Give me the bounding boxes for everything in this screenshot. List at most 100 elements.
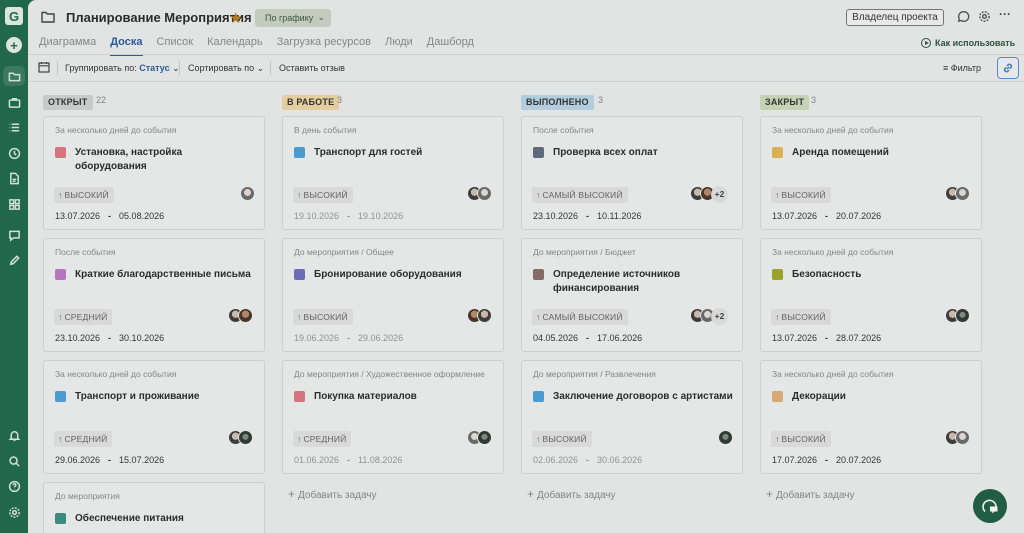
task-title[interactable]: Транспорт для гостей [314, 146, 494, 160]
avatar[interactable] [477, 186, 492, 201]
task-card[interactable]: До мероприятия / Развлечения Заключение д… [521, 360, 743, 474]
tab-resource-load[interactable]: Загрузка ресурсов [277, 36, 371, 52]
priority-badge[interactable]: ↑ ВЫСОКИЙ [293, 187, 353, 203]
priority-badge[interactable]: ↑ СРЕДНИЙ [293, 431, 352, 447]
pencil-icon[interactable] [6, 252, 22, 268]
group-by-control[interactable]: Группировать по: Статус ⌄ [65, 63, 180, 74]
column-status-badge[interactable]: ОТКРЫТ [43, 95, 93, 110]
task-card[interactable]: За несколько дней до события Аренда помещ… [760, 116, 982, 230]
assignee-avatars[interactable] [228, 430, 253, 446]
task-date-range[interactable]: 23.10.2026-10.11.2026 [533, 211, 641, 221]
avatar[interactable] [955, 308, 970, 323]
more-assignees-count[interactable]: +2 [711, 308, 728, 325]
task-card[interactable]: До мероприятия / Бюджет Определение источ… [521, 238, 743, 352]
assignee-avatars[interactable] [240, 186, 255, 202]
column-status-badge[interactable]: ВЫПОЛНЕНО [521, 95, 594, 110]
add-icon[interactable]: + [6, 37, 22, 53]
task-card[interactable]: До мероприятия / Общее Бронирование обору… [282, 238, 504, 352]
task-title[interactable]: Покупка материалов [314, 390, 494, 404]
calendar-icon[interactable] [38, 61, 50, 73]
task-title[interactable]: Краткие благодарственные письма [75, 268, 255, 282]
tab-board[interactable]: Доска [110, 36, 143, 56]
project-owner-button[interactable]: Владелец проекта [846, 9, 944, 26]
task-date-range[interactable]: 04.05.2026-17.06.2026 [533, 333, 642, 343]
priority-badge[interactable]: ↑ ВЫСОКИЙ [771, 187, 831, 203]
column-status-badge[interactable]: ЗАКРЫТ [760, 95, 810, 110]
more-assignees-count[interactable]: +2 [711, 186, 728, 203]
task-card[interactable]: До мероприятия / Художественное оформлен… [282, 360, 504, 474]
avatar[interactable] [955, 186, 970, 201]
assignee-avatars[interactable]: +2 [690, 308, 728, 325]
task-title[interactable]: Бронирование оборудования [314, 268, 494, 282]
tab-people[interactable]: Люди [385, 36, 413, 52]
column-status-badge[interactable]: В РАБОТЕ [282, 95, 340, 110]
task-date-range[interactable]: 17.07.2026-20.07.2026 [772, 455, 881, 465]
priority-badge[interactable]: ↑ САМЫЙ ВЫСОКИЙ [532, 309, 628, 325]
task-card[interactable]: После события Краткие благодарственные пи… [43, 238, 265, 352]
task-card[interactable]: В день события Транспорт для гостей ↑ ВЫСОК… [282, 116, 504, 230]
favorite-star-icon[interactable]: ★ [229, 9, 242, 27]
list-icon[interactable] [6, 119, 22, 135]
more-options-icon[interactable]: ··· [998, 7, 1012, 21]
task-title[interactable]: Проверка всех оплат [553, 146, 733, 160]
assignee-avatars[interactable] [467, 308, 492, 324]
task-date-range[interactable]: 29.06.2026-15.07.2026 [55, 455, 164, 465]
gear-icon[interactable] [977, 10, 991, 24]
filter-button[interactable]: ≡ Фильтр [943, 63, 981, 73]
briefcase-icon[interactable] [6, 94, 22, 110]
task-card[interactable]: За несколько дней до события Безопасность… [760, 238, 982, 352]
task-title[interactable]: Установка, настройка оборудования [75, 146, 255, 174]
task-title[interactable]: Транспорт и проживание [75, 390, 255, 404]
task-card[interactable]: После события Проверка всех оплат ↑ САМЫЙ В… [521, 116, 743, 230]
tab-calendar[interactable]: Календарь [207, 36, 263, 52]
settings-icon[interactable] [6, 504, 22, 520]
assignee-avatars[interactable] [945, 186, 970, 202]
avatar[interactable] [240, 186, 255, 201]
chat-bubble-icon[interactable] [956, 10, 970, 24]
schedule-status-dropdown[interactable]: По графику ⌄ [255, 9, 331, 27]
task-card[interactable]: За несколько дней до события Декорации ↑ ВЫ… [760, 360, 982, 474]
task-date-range[interactable]: 02.06.2026-30.06.2026 [533, 455, 642, 465]
leave-feedback-button[interactable]: Оставить отзыв [279, 63, 345, 73]
priority-badge[interactable]: ↑ СРЕДНИЙ [54, 431, 113, 447]
assignee-avatars[interactable] [228, 308, 253, 324]
clock-icon[interactable] [6, 145, 22, 161]
priority-badge[interactable]: ↑ СРЕДНИЙ [54, 309, 113, 325]
avatar[interactable] [718, 430, 733, 445]
tab-list[interactable]: Список [157, 36, 194, 52]
task-date-range[interactable]: 23.10.2026-30.10.2026 [55, 333, 164, 343]
assignee-avatars[interactable] [467, 186, 492, 202]
copy-link-button[interactable] [997, 57, 1019, 79]
tab-dashboard[interactable]: Дашборд [427, 36, 474, 52]
support-chat-button[interactable] [973, 489, 1007, 523]
priority-badge[interactable]: ↑ ВЫСОКИЙ [293, 309, 353, 325]
assignee-avatars[interactable] [945, 430, 970, 446]
priority-badge[interactable]: ↑ ВЫСОКИЙ [54, 187, 114, 203]
assignee-avatars[interactable] [467, 430, 492, 446]
assignee-avatars[interactable]: +2 [690, 186, 728, 203]
task-title[interactable]: Обеспечение питания [75, 512, 255, 526]
add-task-button[interactable]: + Добавить задачу [288, 487, 377, 501]
task-title[interactable]: Декорации [792, 390, 972, 404]
search-icon[interactable] [6, 453, 22, 469]
sort-by-control[interactable]: Сортировать по ⌄ [188, 63, 264, 74]
task-title[interactable]: Аренда помещений [792, 146, 972, 160]
document-icon[interactable] [6, 170, 22, 186]
task-title[interactable]: Определение источников финансирования [553, 268, 733, 296]
tab-diagram[interactable]: Диаграмма [39, 36, 96, 52]
task-date-range[interactable]: 01.06.2026-11.08.2026 [294, 455, 402, 465]
help-icon[interactable] [6, 478, 22, 494]
avatar[interactable] [477, 308, 492, 323]
assignee-avatars[interactable] [718, 430, 733, 446]
task-card[interactable]: До мероприятия Обеспечение питания [43, 482, 265, 533]
how-to-use-link[interactable]: Как использовать [921, 38, 1015, 48]
task-date-range[interactable]: 19.10.2026-19.10.2026 [294, 211, 403, 221]
logo-icon[interactable]: G [5, 7, 23, 25]
task-title[interactable]: Безопасность [792, 268, 972, 282]
task-date-range[interactable]: 13.07.2026-20.07.2026 [772, 211, 881, 221]
priority-badge[interactable]: ↑ ВЫСОКИЙ [532, 431, 592, 447]
avatar[interactable] [238, 430, 253, 445]
task-card[interactable]: За несколько дней до события Транспорт и … [43, 360, 265, 474]
priority-badge[interactable]: ↑ САМЫЙ ВЫСОКИЙ [532, 187, 628, 203]
folder-icon[interactable] [6, 68, 22, 84]
